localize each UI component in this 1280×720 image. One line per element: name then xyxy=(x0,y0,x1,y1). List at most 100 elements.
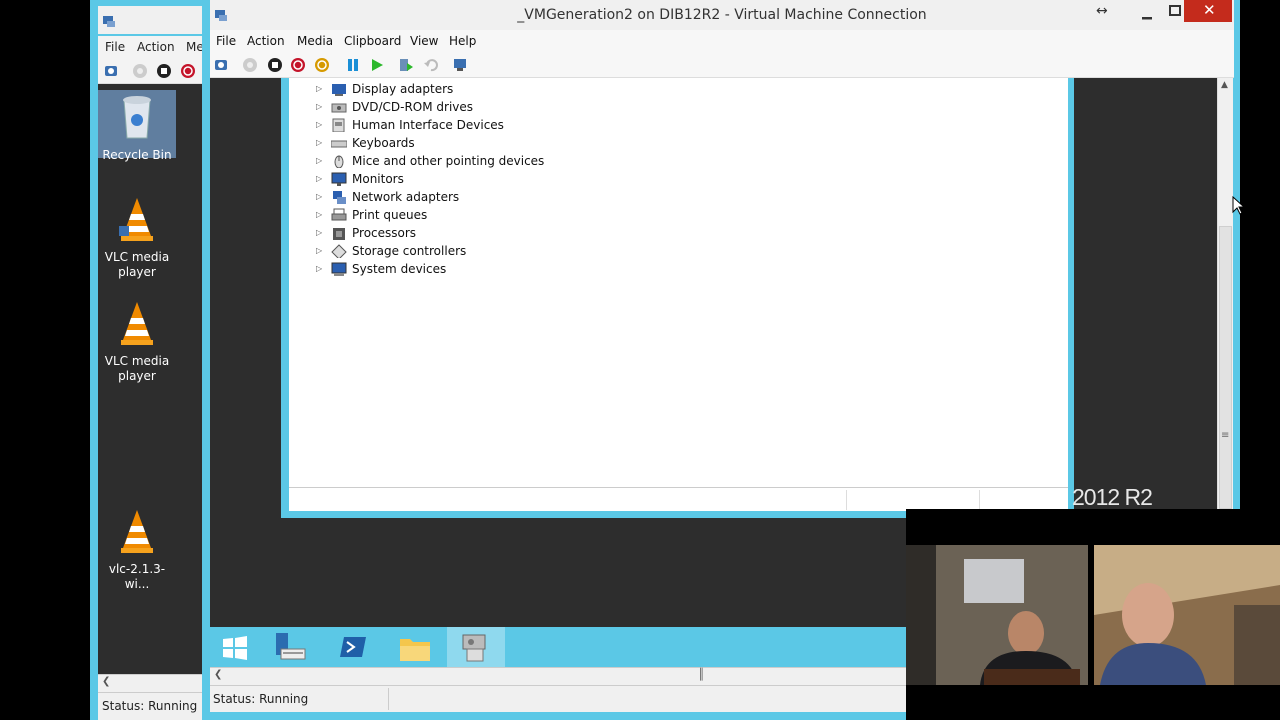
status-bar: Status: Running xyxy=(210,685,910,712)
hid-icon xyxy=(332,118,345,132)
mouse-icon xyxy=(334,155,344,168)
person-silhouette-icon xyxy=(906,545,1080,685)
expand-arrow-icon[interactable]: ▷ xyxy=(316,174,326,183)
tree-item-label: Mice and other pointing devices xyxy=(352,154,545,168)
close-button[interactable]: ✕ xyxy=(1184,0,1232,22)
desktop-icon-vlc[interactable]: VLC media player xyxy=(98,196,176,280)
desktop-icon-vlc-installer[interactable]: vlc-2.1.3-wi... xyxy=(98,508,176,592)
powershell-icon[interactable] xyxy=(338,633,368,661)
guest-os-brand: 2012 R2 xyxy=(1072,484,1153,510)
menu-view[interactable]: View xyxy=(410,34,438,48)
save-state-icon[interactable] xyxy=(314,57,330,73)
turn-off-icon[interactable] xyxy=(156,63,172,79)
expand-arrow-icon[interactable]: ▷ xyxy=(316,210,326,219)
person-silhouette-icon xyxy=(1094,545,1280,685)
enhanced-session-icon[interactable] xyxy=(452,57,468,73)
tree-item-label: Human Interface Devices xyxy=(352,118,504,132)
menu-bar: File Action Media Clipboard View Help xyxy=(210,30,1234,52)
printer-icon xyxy=(331,208,347,221)
guest-taskbar xyxy=(210,627,910,667)
tree-item-label: Monitors xyxy=(352,172,404,186)
background-horizontal-scrollbar[interactable]: ❮ xyxy=(98,674,208,692)
background-window-titlebar[interactable] xyxy=(98,6,208,34)
ctrl-alt-del-icon[interactable] xyxy=(103,63,119,79)
dvd-drive-icon xyxy=(331,103,347,113)
storage-controller-icon xyxy=(331,244,347,258)
windows-start-icon[interactable] xyxy=(222,635,248,661)
scroll-left-icon[interactable]: ❮ xyxy=(102,676,110,687)
scroll-left-icon[interactable]: ❮ xyxy=(214,669,222,680)
resume-icon[interactable] xyxy=(369,57,385,73)
system-devices-icon xyxy=(331,262,347,276)
desktop-icon-label: VLC media player xyxy=(104,250,170,279)
menu-clipboard[interactable]: Clipboard xyxy=(344,34,401,48)
expand-arrow-icon[interactable]: ▷ xyxy=(316,192,326,201)
background-menu-bar: File Action Me xyxy=(98,36,208,58)
taskbar-active-item[interactable] xyxy=(447,627,505,667)
vm-horizontal-scrollbar[interactable]: ❮ ║ xyxy=(210,667,910,685)
shutdown-icon[interactable] xyxy=(290,57,306,73)
background-toolbar xyxy=(98,58,208,84)
tree-item-label: Display adapters xyxy=(352,82,454,96)
desktop-icon-label: Recycle Bin xyxy=(102,148,172,162)
expand-arrow-icon[interactable]: ▷ xyxy=(316,120,326,129)
device-manager-taskbar-icon xyxy=(462,634,486,662)
tree-item-label: Processors xyxy=(352,226,417,240)
expand-arrow-icon[interactable]: ▷ xyxy=(316,264,326,273)
menu-action[interactable]: Action xyxy=(247,34,285,48)
tree-item-label: System devices xyxy=(352,262,447,276)
desktop-icon-recycle-bin[interactable]: Recycle Bin xyxy=(98,94,176,163)
window-title: _VMGeneration2 on DIB12R2 - Virtual Mach… xyxy=(517,7,927,23)
resize-icon[interactable]: ↔ xyxy=(1096,3,1108,19)
expand-arrow-icon[interactable]: ▷ xyxy=(316,156,326,165)
minimize-icon[interactable] xyxy=(1140,8,1154,22)
tree-item-label: Network adapters xyxy=(352,190,460,204)
toolbar xyxy=(210,52,1234,78)
status-text: Status: Running xyxy=(213,692,309,706)
vm-connection-icon xyxy=(103,16,115,27)
webcam-feed-right xyxy=(1094,545,1280,685)
webcam-feed-left xyxy=(906,545,1088,685)
pause-icon[interactable] xyxy=(345,57,361,73)
ctrl-alt-del-icon[interactable] xyxy=(213,57,229,73)
tree-item-label: Storage controllers xyxy=(352,244,467,258)
scroll-thumb[interactable] xyxy=(1219,226,1232,509)
grip-icon: ≡ xyxy=(1221,430,1230,441)
tree-item-label: Keyboards xyxy=(352,136,415,150)
tree-item-label: Print queues xyxy=(352,208,428,222)
file-explorer-icon[interactable] xyxy=(398,633,432,663)
background-status-bar: Status: Running xyxy=(98,692,208,720)
display-adapter-icon xyxy=(332,84,346,96)
desktop-icon-vlc[interactable]: VLC media player xyxy=(98,300,176,384)
recycle-bin-icon xyxy=(123,96,151,139)
desktop-icon-label: vlc-2.1.3-wi... xyxy=(108,562,166,591)
close-icon: ✕ xyxy=(1203,1,1216,19)
menu-media[interactable]: Media xyxy=(297,34,333,48)
monitor-icon xyxy=(331,172,347,186)
menu-help[interactable]: Help xyxy=(449,34,476,48)
vlc-icon xyxy=(121,302,153,345)
device-manager-status-bar xyxy=(289,487,1068,511)
maximize-icon[interactable] xyxy=(1168,4,1182,18)
expand-arrow-icon[interactable]: ▷ xyxy=(316,102,326,111)
start-icon[interactable] xyxy=(132,63,148,79)
revert-icon[interactable] xyxy=(423,57,439,73)
mouse-cursor-icon xyxy=(1232,196,1244,215)
server-manager-icon[interactable] xyxy=(273,631,307,665)
expand-arrow-icon[interactable]: ▷ xyxy=(316,228,326,237)
menu-file[interactable]: File xyxy=(105,40,125,54)
scroll-up-icon[interactable]: ▲ xyxy=(1221,80,1228,90)
checkpoint-icon[interactable] xyxy=(398,57,414,73)
shutdown-icon[interactable] xyxy=(180,63,196,79)
vlc-icon xyxy=(119,198,153,241)
keyboard-icon xyxy=(331,140,347,148)
expand-arrow-icon[interactable]: ▷ xyxy=(316,246,326,255)
expand-arrow-icon[interactable]: ▷ xyxy=(316,84,326,93)
window-titlebar[interactable]: _VMGeneration2 on DIB12R2 - Virtual Mach… xyxy=(210,0,1234,30)
turn-off-icon[interactable] xyxy=(267,57,283,73)
start-icon[interactable] xyxy=(242,57,258,73)
menu-file[interactable]: File xyxy=(216,34,236,48)
vm-vertical-scrollbar[interactable]: ▲ ≡ xyxy=(1217,78,1233,509)
menu-action[interactable]: Action xyxy=(137,40,175,54)
expand-arrow-icon[interactable]: ▷ xyxy=(316,138,326,147)
